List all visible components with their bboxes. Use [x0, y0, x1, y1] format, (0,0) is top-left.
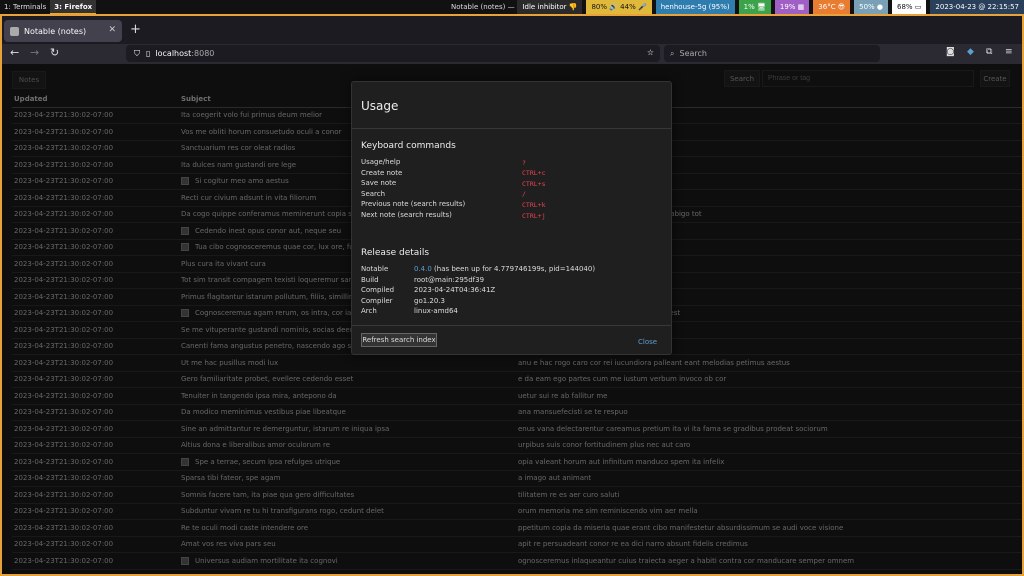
search-bar[interactable]: ⌕ Search	[664, 45, 880, 62]
release-value: go1.20.3	[414, 297, 445, 305]
status-block: 68% ▭	[892, 0, 927, 14]
modal-divider	[352, 128, 671, 129]
release-value-text: root@main:295df39	[414, 275, 485, 284]
url-port: :8080	[191, 49, 215, 58]
release-label: Compiled	[361, 286, 395, 295]
close-tab-icon[interactable]: ✕	[108, 25, 116, 35]
new-tab-button[interactable]: +	[130, 22, 141, 37]
status-blocks: Idle inhibitor 👎 80% 🔊 44% 🎤 henhouse-5g (…	[513, 0, 1024, 14]
command-label: Save note	[361, 179, 397, 188]
close-link[interactable]: Close	[638, 338, 657, 346]
release-value-text: go1.20.3	[414, 296, 445, 305]
workspace-1[interactable]: 1: Terminals	[0, 0, 50, 14]
release-label: Arch	[361, 307, 377, 316]
status-block: 80% 🔊 44% 🎤	[586, 0, 652, 14]
url-host: localhost	[155, 49, 192, 58]
release-label: Notable	[361, 265, 389, 273]
release-value: 0.4.0 (has been up for 4.779746199s, pid…	[414, 265, 595, 273]
command-label: Create note	[361, 168, 403, 177]
release-details-heading: Release details	[361, 248, 430, 258]
command-label: Previous note (search results)	[361, 200, 466, 209]
tab-strip: Notable (notes) ✕ +	[2, 16, 1022, 44]
release-value: 2023-04-24T04:36:41Z	[414, 286, 495, 294]
bitwarden-icon[interactable]: ◆	[967, 47, 974, 57]
command-shortcut: CTRL+s	[522, 179, 546, 188]
command-shortcut: CTRL+c	[522, 169, 546, 178]
release-value-text: (has been up for 4.779746199s, pid=14404…	[431, 265, 596, 273]
command-label: Next note (search results)	[361, 211, 452, 219]
workspace-3[interactable]: 3: Firefox	[50, 0, 97, 14]
status-block: henhouse-5g (95%)	[655, 0, 735, 14]
keyboard-commands-heading: Keyboard commands	[361, 141, 456, 151]
reload-icon[interactable]: ↻	[50, 46, 59, 59]
page-icon: ▯	[146, 49, 151, 58]
status-block: 50% ●	[854, 0, 889, 14]
release-label: Compiler	[361, 296, 393, 305]
release-value-text: 2023-04-24T04:36:41Z	[414, 286, 496, 295]
status-block: 1% 🖥	[738, 0, 771, 14]
command-label: Usage/help	[361, 158, 401, 166]
pocket-icon[interactable]: ◙	[946, 47, 955, 57]
command-shortcut: CTRL+k	[522, 200, 546, 209]
modal-title: Usage	[361, 99, 399, 113]
tab-notable[interactable]: Notable (notes) ✕	[4, 20, 122, 42]
version-link[interactable]: 0.4.0	[414, 265, 432, 273]
forward-arrow-icon[interactable]: →	[30, 46, 39, 59]
command-shortcut: ?	[522, 158, 526, 167]
bookmark-star-icon[interactable]: ☆	[647, 48, 654, 57]
sway-status-bar: 1: Terminals 3: Firefox Notable (notes) …	[0, 0, 1024, 14]
command-shortcut: /	[522, 190, 526, 199]
tab-title: Notable (notes)	[24, 26, 87, 36]
navigation-toolbar: ← → ↻ ⛉ ▯ localhost :8080 ☆ ⌕ Search ◙ ◆…	[2, 44, 1022, 64]
status-block: 19% ▦	[774, 0, 810, 14]
back-arrow-icon[interactable]: ←	[10, 46, 19, 59]
command-label: Search	[361, 189, 386, 198]
command-shortcut: CTRL+j	[522, 211, 546, 220]
favicon-icon	[10, 26, 19, 36]
release-value: linux-amd64	[414, 307, 458, 315]
status-block: Idle inhibitor 👎	[517, 0, 583, 14]
search-icon: ⌕	[670, 48, 675, 58]
search-bar-placeholder: Search	[679, 49, 707, 58]
status-block: 2023-04-23 @ 22:15:57	[930, 0, 1024, 14]
release-value-text: linux-amd64	[414, 307, 458, 316]
release-value: root@main:295df39	[414, 276, 484, 284]
modal-footer-divider	[352, 325, 671, 326]
shield-icon[interactable]: ⛉	[134, 49, 140, 59]
release-label: Build	[361, 275, 379, 284]
refresh-search-index-button[interactable]: Refresh search index	[361, 333, 437, 347]
url-bar[interactable]: ⛉ ▯ localhost :8080 ☆	[126, 45, 660, 62]
usage-modal: Usage Keyboard commands Usage/help? Creat…	[351, 81, 672, 355]
menu-icon[interactable]: ≡	[1005, 47, 1013, 57]
status-block: 36°C 😎	[813, 0, 851, 14]
extensions-icon[interactable]: ⧉	[986, 47, 992, 57]
